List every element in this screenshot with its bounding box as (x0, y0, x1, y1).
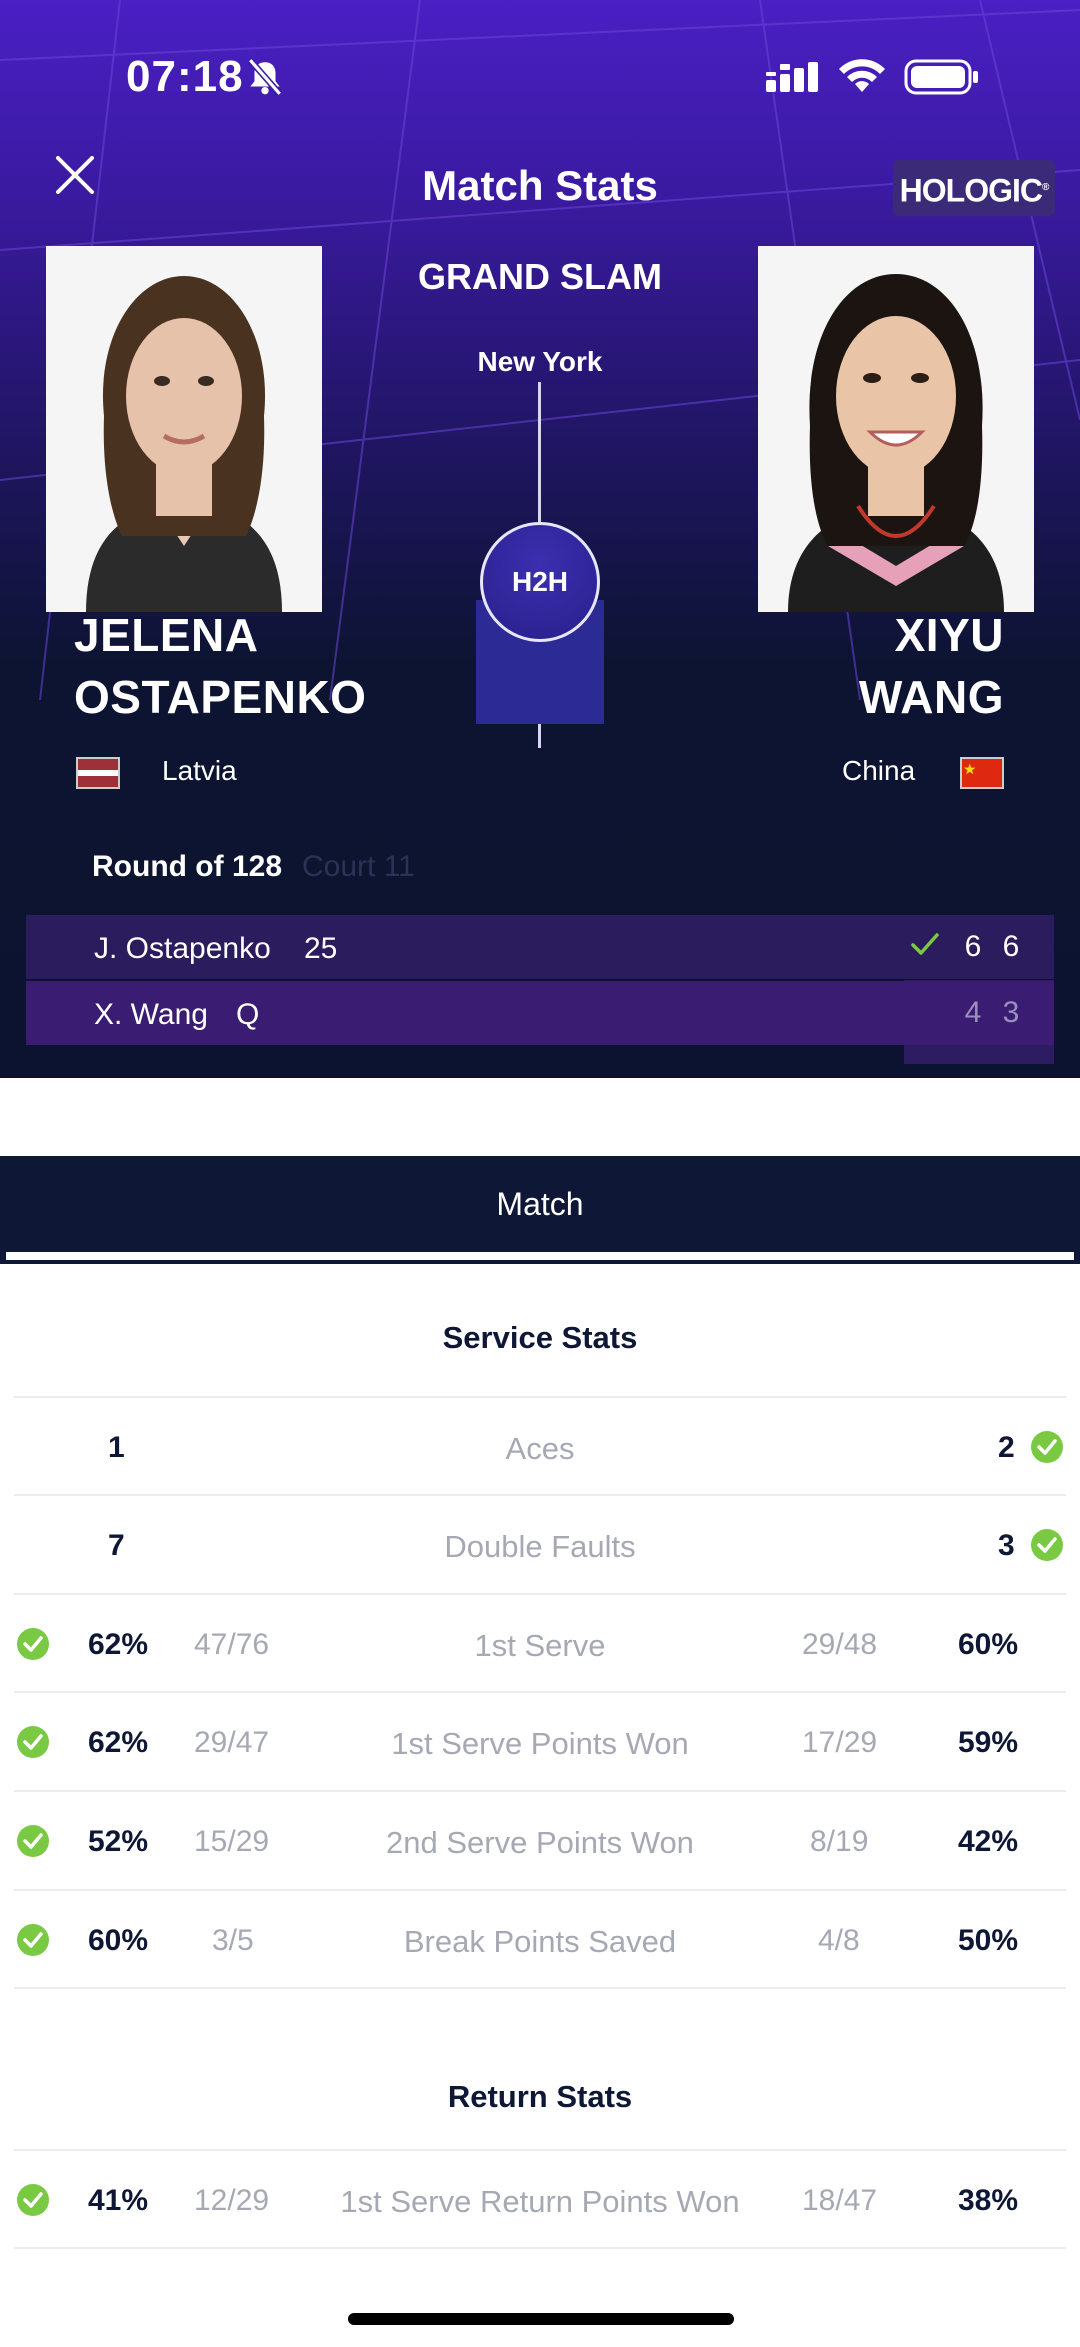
match-court: Court 11 (302, 850, 415, 883)
sponsor-logo-text: HOLOGIC (899, 172, 1043, 209)
home-indicator[interactable] (348, 2313, 734, 2325)
stat-right-percent: 59% (958, 1726, 1019, 1759)
stat-label: 2nd Serve Points Won (386, 1825, 694, 1860)
stat-right-fraction: 17/29 (802, 1726, 878, 1759)
wifi-icon (839, 59, 885, 92)
divider (14, 1987, 1066, 1989)
tab-bar: Match (0, 1156, 1080, 1264)
stat-right-percent: 38% (958, 2184, 1019, 2217)
winner-check-icon (911, 933, 939, 955)
divider (14, 2247, 1066, 2249)
player-first-name: JELENA (74, 609, 259, 661)
stat-right-percent: 60% (958, 1628, 1019, 1661)
player-first-name: XIYU (894, 609, 1004, 661)
stat-row-second-serve-points-won: 52% 15/29 2nd Serve Points Won 8/19 42% (0, 1792, 1080, 1890)
stat-row-break-points-saved: 60% 3/5 Break Points Saved 4/8 50% (0, 1891, 1080, 1989)
status-time: 07:18 (126, 52, 244, 101)
stat-right-percent: 42% (958, 1825, 1019, 1858)
set-score: 6 (1002, 930, 1020, 963)
stat-right-fraction: 18/47 (802, 2184, 878, 2217)
set-score: 6 (964, 930, 982, 963)
sponsor-logo: HOLOGIC® (893, 160, 1055, 216)
latvia-flag-icon (76, 757, 120, 789)
bell-muted-icon (247, 58, 283, 96)
stat-right-fraction: 4/8 (818, 1924, 860, 1957)
player-country-right: China (842, 755, 916, 786)
china-flag-icon (960, 757, 1004, 789)
section-title-service: Service Stats (442, 1320, 638, 1355)
player-last-name: WANG (858, 671, 1004, 723)
match-round: Round of 128 (92, 850, 283, 883)
stat-right-fraction: 8/19 (810, 1825, 869, 1858)
match-stats-screen: 07:18 Match Stats HOLOGIC® GRAND SLAM Ne… (0, 0, 1080, 2347)
stat-label: Aces (505, 1431, 575, 1466)
match-header: 07:18 Match Stats HOLOGIC® GRAND SLAM Ne… (0, 0, 1080, 1078)
battery-icon (904, 59, 978, 95)
stat-right-value: 3 (998, 1529, 1015, 1562)
set-score: 3 (1002, 996, 1020, 1029)
leader-check-icon (1031, 1529, 1063, 1561)
stat-row-first-serve-return-points-won: 41% 12/29 1st Serve Return Points Won 18… (0, 2151, 1080, 2249)
stat-label: 1st Serve Points Won (391, 1726, 689, 1761)
player-name-left[interactable]: JELENA OSTAPENKO (74, 604, 366, 728)
cellular-signal-icon (766, 62, 818, 92)
player-photo-left[interactable] (46, 246, 322, 612)
stat-right-percent: 50% (958, 1924, 1019, 1957)
score-player-name: X. Wang (94, 998, 208, 1031)
player-seed: 25 (304, 932, 338, 965)
player-seed: Q (236, 998, 260, 1031)
stat-row-double-faults: 7 Double Faults 3 (0, 1496, 1080, 1594)
stat-label: Break Points Saved (403, 1924, 677, 1959)
tournament-name: GRAND SLAM (418, 256, 662, 297)
player-photo-right[interactable] (758, 246, 1034, 612)
section-title-return: Return Stats (447, 2079, 633, 2114)
player-last-name: OSTAPENKO (74, 671, 367, 723)
set-score: 4 (964, 996, 982, 1029)
stat-label: 1st Serve (474, 1628, 606, 1663)
stat-right-fraction: 29/48 (802, 1628, 878, 1661)
venue-city: New York (477, 346, 603, 377)
stat-right-value: 2 (998, 1431, 1015, 1464)
player-portrait-image (46, 246, 322, 612)
player-name-right[interactable]: XIYU WANG (859, 604, 1004, 728)
score-row[interactable]: J. Ostapenko 25 6 6 (26, 915, 1054, 979)
h2h-button[interactable]: H2H (480, 522, 600, 642)
leader-check-icon (1031, 1431, 1063, 1463)
active-tab-indicator (6, 1252, 1074, 1260)
player-portrait-image (758, 246, 1034, 612)
score-player-name: J. Ostapenko (94, 932, 271, 965)
stat-row-aces: 1 Aces 2 (0, 1398, 1080, 1496)
player-country-left: Latvia (162, 755, 237, 786)
stat-label: Double Faults (444, 1529, 636, 1564)
stat-row-first-serve: 62% 47/76 1st Serve 29/48 60% (0, 1595, 1080, 1693)
score-row[interactable]: X. Wang Q 4 3 (26, 981, 1054, 1045)
tab-match[interactable]: Match (0, 1186, 1080, 1223)
stat-row-first-serve-points-won: 62% 29/47 1st Serve Points Won 17/29 59% (0, 1693, 1080, 1791)
stat-label: 1st Serve Return Points Won (340, 2184, 740, 2219)
